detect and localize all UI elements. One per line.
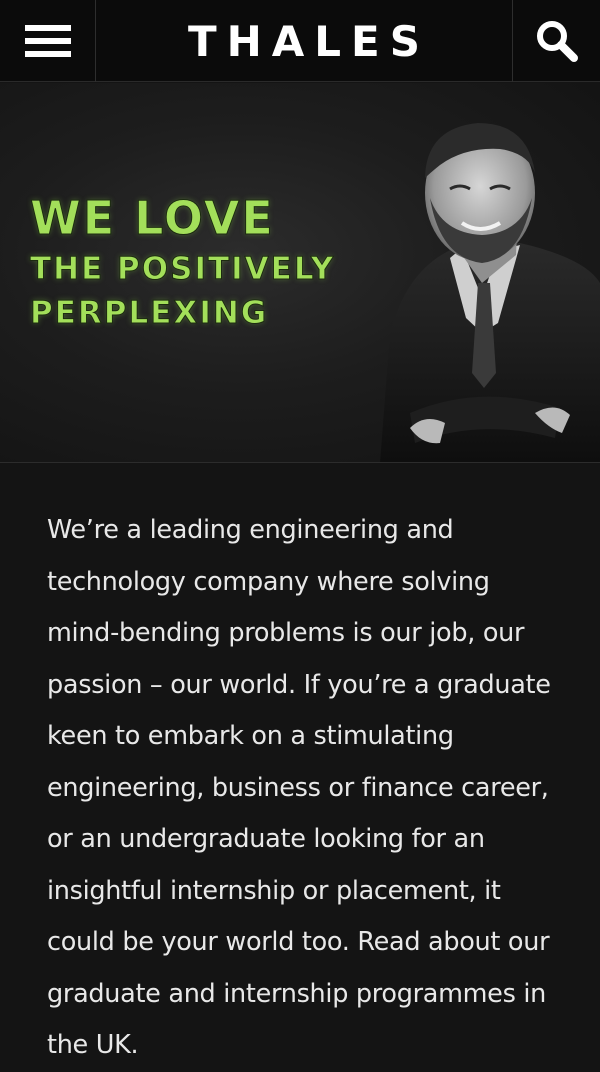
slogan-line-2: THE POSITIVELY <box>29 251 336 288</box>
thales-logo[interactable]: THALES <box>96 0 512 82</box>
menu-button[interactable] <box>0 0 96 82</box>
slogan-line-1: WE LOVE <box>29 191 275 246</box>
search-button[interactable] <box>512 0 600 82</box>
hero-person-image <box>380 123 600 462</box>
hero-slogan: WE LOVE THE POSITIVELY PERPLEXING <box>29 191 336 333</box>
hero-banner: WE LOVE THE POSITIVELY PERPLEXING <box>0 83 600 463</box>
top-header: THALES <box>0 0 600 82</box>
hamburger-menu-icon <box>24 25 71 57</box>
intro-paragraph: We’re a leading engineering and technolo… <box>47 515 551 1060</box>
slogan-line-3: PERPLEXING <box>29 295 269 332</box>
search-icon <box>536 21 578 62</box>
